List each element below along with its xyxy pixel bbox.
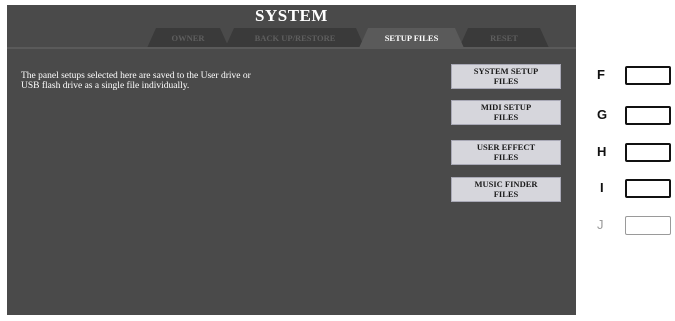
button-letter-f: F <box>597 67 605 82</box>
description-text: The panel setups selected here are saved… <box>21 71 381 91</box>
panel-button-j <box>625 216 671 235</box>
tab-underline <box>7 47 576 49</box>
tab-bar: OWNER BACK UP/RESTORE SETUP FILES RESET <box>7 28 576 48</box>
description-line: USB flash drive as a single file individ… <box>21 81 190 91</box>
panel-button-i[interactable] <box>625 179 671 198</box>
tab-setup-files[interactable]: SETUP FILES <box>359 28 464 48</box>
button-letter-h: H <box>597 144 607 159</box>
button-letter-i: I <box>600 180 604 195</box>
display-screen: SYSTEM OWNER BACK UP/RESTORE SETUP FILES… <box>7 5 576 315</box>
panel-button-h[interactable] <box>625 143 671 162</box>
panel-button-f[interactable] <box>625 66 671 85</box>
page-title: SYSTEM <box>255 6 328 25</box>
tab-backup-restore[interactable]: BACK UP/RESTORE <box>225 28 365 48</box>
button-letter-g: G <box>597 107 608 122</box>
midi-setup-files-button[interactable]: MIDI SETUP FILES <box>451 100 561 125</box>
user-effect-files-button[interactable]: USER EFFECT FILES <box>451 140 561 165</box>
description-line: The panel setups selected here are saved… <box>21 71 251 81</box>
music-finder-files-button[interactable]: MUSIC FINDER FILES <box>451 177 561 202</box>
tab-reset[interactable]: RESET <box>459 28 549 48</box>
button-letter-j: J <box>597 217 604 232</box>
system-setup-files-button[interactable]: SYSTEM SETUP FILES <box>451 64 561 89</box>
panel-button-g[interactable] <box>625 106 671 125</box>
tab-owner[interactable]: OWNER <box>147 28 229 48</box>
